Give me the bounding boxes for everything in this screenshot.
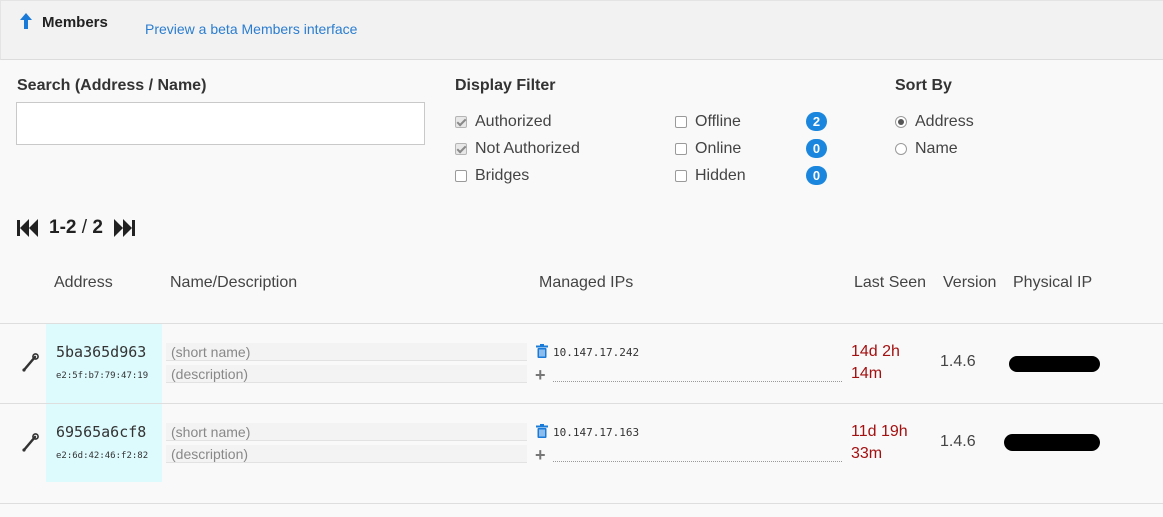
bridges-label: Bridges <box>475 167 530 184</box>
version: 1.4.6 <box>940 433 976 450</box>
bridges-checkbox[interactable] <box>455 170 467 182</box>
online-label: Online <box>695 140 742 157</box>
filter-authorized[interactable]: Authorized <box>455 113 552 131</box>
version: 1.4.6 <box>940 353 976 370</box>
online-count-badge: 0 <box>806 139 827 158</box>
members-header: Members Preview a beta Members interface <box>0 0 1163 60</box>
physical-ip-redacted <box>1009 356 1100 372</box>
column-physical-ip: Physical IP <box>1013 274 1093 291</box>
offline-count-badge: 2 <box>806 112 827 131</box>
table-divider <box>0 323 1163 324</box>
plus-icon[interactable]: + <box>535 366 546 384</box>
managed-ip: 10.147.17.242 <box>553 346 640 359</box>
sort-by-name[interactable]: Name <box>895 140 958 158</box>
add-ip-input[interactable] <box>553 368 842 382</box>
last-seen: 14d 2h 14m <box>851 341 900 385</box>
column-version: Version <box>943 274 997 291</box>
member-mac: e2:6d:42:46:f2:82 <box>56 451 149 461</box>
filter-not-authorized[interactable]: Not Authorized <box>455 140 580 158</box>
last-seen-minutes: 33m <box>851 445 883 462</box>
column-managed-ips: Managed IPs <box>539 274 634 291</box>
address-radio[interactable] <box>895 116 907 128</box>
physical-ip-redacted <box>1004 434 1100 451</box>
offline-checkbox[interactable] <box>675 116 687 128</box>
filter-hidden[interactable]: Hidden <box>675 167 746 185</box>
description-input[interactable] <box>166 365 527 383</box>
trash-icon[interactable] <box>536 344 548 358</box>
page-indicator: 1-2 / 2 <box>49 217 103 239</box>
member-mac: e2:5f:b7:79:47:19 <box>56 371 149 381</box>
page-separator: / <box>81 217 88 238</box>
sort-by-address[interactable]: Address <box>895 113 974 131</box>
page-total: 2 <box>92 217 103 238</box>
last-seen-days: 14d 2h <box>851 343 900 360</box>
managed-ip: 10.147.17.163 <box>553 426 640 439</box>
page-range: 1-2 <box>49 217 77 238</box>
filter-offline[interactable]: Offline <box>675 113 741 131</box>
last-seen: 11d 19h 33m <box>851 421 908 465</box>
wrench-icon[interactable] <box>21 353 39 373</box>
hidden-checkbox[interactable] <box>675 170 687 182</box>
double-left-arrow-icon[interactable] <box>17 218 39 238</box>
sort-name-label: Name <box>915 140 958 157</box>
section-title: Members <box>42 14 108 31</box>
pagination: 1-2 / 2 <box>17 216 135 240</box>
table-divider <box>0 503 1163 504</box>
hidden-count-badge: 0 <box>806 166 827 185</box>
sort-address-label: Address <box>915 113 974 130</box>
wrench-icon[interactable] <box>21 433 39 453</box>
double-right-arrow-icon[interactable] <box>113 218 135 238</box>
member-address: 5ba365d963 <box>56 343 147 361</box>
hidden-label: Hidden <box>695 167 746 184</box>
online-checkbox[interactable] <box>675 143 687 155</box>
search-label: Search (Address / Name) <box>17 77 207 94</box>
not-authorized-label: Not Authorized <box>475 140 580 157</box>
offline-label: Offline <box>695 113 741 130</box>
plus-icon[interactable]: + <box>535 446 546 464</box>
beta-interface-link[interactable]: Preview a beta Members interface <box>145 21 357 37</box>
authorized-checkbox[interactable] <box>455 116 467 128</box>
display-filter-label: Display Filter <box>455 77 556 94</box>
not-authorized-checkbox[interactable] <box>455 143 467 155</box>
column-name: Name/Description <box>170 274 298 291</box>
arrow-up-icon[interactable] <box>19 12 33 30</box>
column-address: Address <box>54 274 113 291</box>
sort-by-label: Sort By <box>895 77 952 94</box>
add-ip-input[interactable] <box>553 448 842 462</box>
member-address: 69565a6cf8 <box>56 423 147 441</box>
column-last-seen: Last Seen <box>854 274 927 291</box>
authorized-label: Authorized <box>475 113 552 130</box>
short-name-input[interactable] <box>166 343 527 361</box>
address-cell: 5ba365d963 e2:5f:b7:79:47:19 <box>46 324 162 403</box>
description-input[interactable] <box>166 445 527 463</box>
filter-bridges[interactable]: Bridges <box>455 167 529 185</box>
address-cell: 69565a6cf8 e2:6d:42:46:f2:82 <box>46 404 162 482</box>
filter-online[interactable]: Online <box>675 140 741 158</box>
trash-icon[interactable] <box>536 424 548 438</box>
short-name-input[interactable] <box>166 423 527 441</box>
table-divider <box>0 403 1163 404</box>
last-seen-days: 11d 19h <box>851 423 908 440</box>
name-radio[interactable] <box>895 143 907 155</box>
last-seen-minutes: 14m <box>851 365 883 382</box>
search-input[interactable] <box>16 102 425 145</box>
